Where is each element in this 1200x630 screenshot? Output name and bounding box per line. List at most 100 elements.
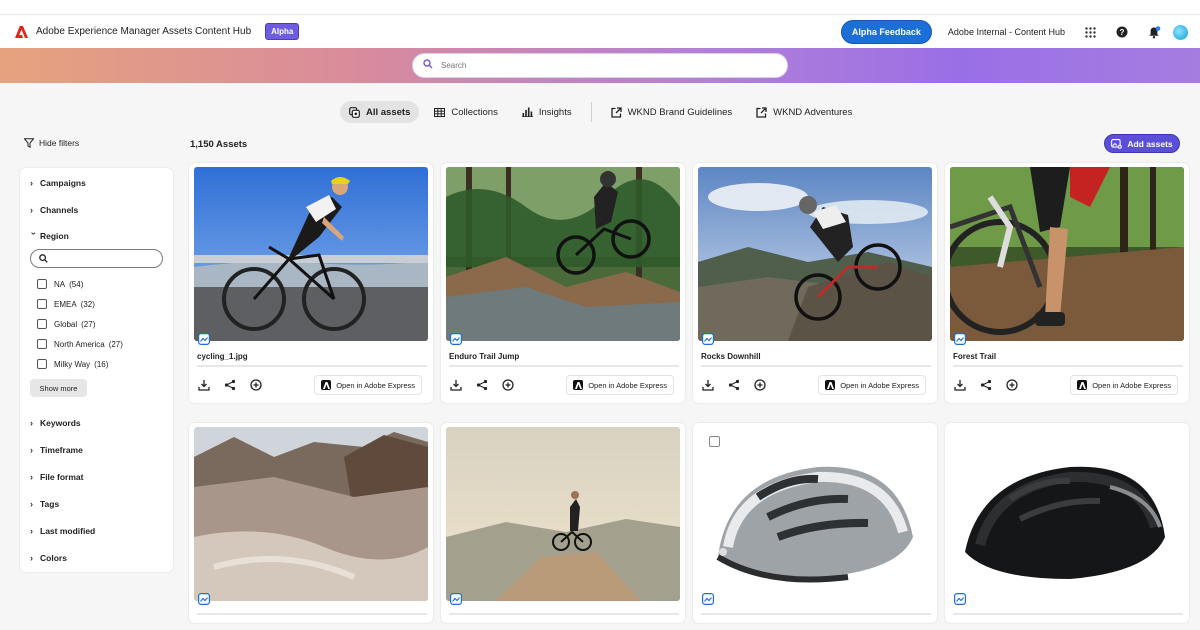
filter-group-label: Tags bbox=[40, 499, 60, 509]
region-search-input[interactable] bbox=[30, 249, 163, 268]
checkbox[interactable] bbox=[37, 299, 47, 309]
asset-card[interactable]: cycling_1.jpg Open in Adobe Express bbox=[189, 163, 433, 403]
checkbox[interactable] bbox=[37, 319, 47, 329]
filter-group-file-format[interactable]: › File format bbox=[30, 472, 83, 482]
add-circle-icon[interactable] bbox=[1005, 378, 1019, 392]
filter-group-label: Colors bbox=[40, 553, 67, 563]
option-count: (16) bbox=[94, 359, 109, 369]
asset-card[interactable] bbox=[441, 423, 685, 623]
assets-icon bbox=[349, 106, 360, 118]
divider bbox=[449, 365, 679, 367]
asset-card[interactable] bbox=[945, 423, 1189, 623]
checkbox[interactable] bbox=[37, 359, 47, 369]
app-title[interactable]: Adobe Experience Manager Assets Content … bbox=[36, 26, 251, 37]
add-circle-icon[interactable] bbox=[501, 378, 515, 392]
adobe-logo-icon[interactable] bbox=[14, 25, 28, 39]
filter-group-campaigns[interactable]: › Campaigns bbox=[30, 178, 86, 188]
show-more-button[interactable]: Show more bbox=[30, 379, 87, 397]
top-bar: Adobe Experience Manager Assets Content … bbox=[0, 14, 1200, 48]
nav-divider bbox=[590, 102, 592, 122]
region-option-na[interactable]: NA (54) bbox=[37, 279, 83, 289]
option-label: NA bbox=[54, 279, 66, 289]
asset-thumbnail[interactable] bbox=[698, 167, 932, 341]
asset-thumbnail[interactable] bbox=[698, 427, 932, 601]
asset-title[interactable]: Enduro Trail Jump bbox=[449, 352, 519, 361]
filter-group-last-modified[interactable]: › Last modified bbox=[30, 526, 95, 536]
asset-thumbnail[interactable] bbox=[446, 167, 680, 341]
help-icon[interactable]: ? bbox=[1115, 25, 1129, 39]
notifications-bell-icon[interactable] bbox=[1147, 25, 1161, 39]
chevron-right-icon: › bbox=[30, 553, 33, 563]
asset-card[interactable]: Forest Trail Open in Adobe Express bbox=[945, 163, 1189, 403]
image-type-icon bbox=[450, 593, 462, 605]
filter-group-timeframe[interactable]: › Timeframe bbox=[30, 445, 83, 455]
asset-thumbnail[interactable] bbox=[950, 167, 1184, 341]
svg-text:?: ? bbox=[1120, 28, 1125, 37]
region-option-milky-way[interactable]: Milky Way (16) bbox=[37, 359, 108, 369]
chevron-right-icon: › bbox=[30, 418, 33, 428]
tab-insights[interactable]: Insights bbox=[513, 101, 581, 123]
asset-title[interactable]: Rocks Downhill bbox=[701, 352, 761, 361]
asset-thumbnail[interactable] bbox=[194, 427, 428, 601]
filter-group-colors[interactable]: › Colors bbox=[30, 553, 67, 563]
filter-group-region[interactable]: › Region bbox=[29, 231, 69, 241]
divider bbox=[953, 365, 1183, 367]
tab-wknd-brand-guidelines[interactable]: WKND Brand Guidelines bbox=[602, 101, 742, 123]
asset-card[interactable] bbox=[693, 423, 937, 623]
download-icon[interactable] bbox=[701, 378, 715, 392]
region-option-global[interactable]: Global (27) bbox=[37, 319, 95, 329]
tab-wknd-adventures[interactable]: WKND Adventures bbox=[747, 101, 861, 123]
download-icon[interactable] bbox=[449, 378, 463, 392]
open-label: Open in Adobe Express bbox=[336, 380, 415, 390]
download-icon[interactable] bbox=[197, 378, 211, 392]
open-in-adobe-express-button[interactable]: Open in Adobe Express bbox=[1070, 375, 1178, 395]
apps-grid-icon[interactable] bbox=[1083, 25, 1097, 39]
filter-group-tags[interactable]: › Tags bbox=[30, 499, 59, 509]
region-option-emea[interactable]: EMEA (32) bbox=[37, 299, 95, 309]
global-search[interactable] bbox=[412, 53, 788, 78]
filter-group-channels[interactable]: › Channels bbox=[30, 205, 78, 215]
image-type-icon bbox=[198, 593, 210, 605]
filter-group-keywords[interactable]: › Keywords bbox=[30, 418, 81, 428]
alpha-badge: Alpha bbox=[265, 23, 300, 40]
checkbox[interactable] bbox=[37, 339, 47, 349]
chevron-right-icon: › bbox=[30, 472, 33, 482]
share-icon[interactable] bbox=[979, 378, 993, 392]
image-type-icon bbox=[198, 333, 210, 345]
select-checkbox[interactable] bbox=[709, 436, 720, 447]
search-input[interactable] bbox=[441, 61, 741, 70]
add-assets-button[interactable]: Add assets bbox=[1104, 134, 1180, 153]
card-actions: Open in Adobe Express bbox=[197, 375, 427, 395]
asset-card[interactable] bbox=[189, 423, 433, 623]
share-icon[interactable] bbox=[223, 378, 237, 392]
asset-card[interactable]: Enduro Trail Jump Open in Adobe Express bbox=[441, 163, 685, 403]
checkbox[interactable] bbox=[37, 279, 47, 289]
alpha-feedback-button[interactable]: Alpha Feedback bbox=[840, 20, 932, 44]
filter-group-label: Timeframe bbox=[40, 445, 83, 455]
share-icon[interactable] bbox=[727, 378, 741, 392]
open-in-adobe-express-button[interactable]: Open in Adobe Express bbox=[566, 375, 674, 395]
asset-thumbnail[interactable] bbox=[446, 427, 680, 601]
add-assets-label: Add assets bbox=[1127, 138, 1173, 149]
asset-thumbnail[interactable] bbox=[950, 427, 1184, 601]
org-switcher[interactable]: Adobe Internal - Content Hub bbox=[948, 27, 1065, 37]
add-circle-icon[interactable] bbox=[753, 378, 767, 392]
region-option-north-america[interactable]: North America (27) bbox=[37, 339, 123, 349]
add-circle-icon[interactable] bbox=[249, 378, 263, 392]
tab-collections[interactable]: Collections bbox=[425, 101, 506, 123]
asset-title[interactable]: Forest Trail bbox=[953, 352, 996, 361]
hide-filters-button[interactable]: Hide filters bbox=[24, 138, 79, 148]
asset-thumbnail[interactable] bbox=[194, 167, 428, 341]
asset-card[interactable]: Rocks Downhill Open in Adobe Express bbox=[693, 163, 937, 403]
filter-group-label: Channels bbox=[40, 205, 79, 215]
download-icon[interactable] bbox=[953, 378, 967, 392]
open-in-adobe-express-button[interactable]: Open in Adobe Express bbox=[818, 375, 926, 395]
option-count: (27) bbox=[108, 339, 123, 349]
asset-title[interactable]: cycling_1.jpg bbox=[197, 352, 248, 361]
tab-all-assets[interactable]: All assets bbox=[340, 101, 420, 123]
share-icon[interactable] bbox=[475, 378, 489, 392]
image-type-icon bbox=[954, 333, 966, 345]
avatar[interactable] bbox=[1173, 24, 1188, 40]
divider bbox=[701, 613, 931, 615]
open-in-adobe-express-button[interactable]: Open in Adobe Express bbox=[314, 375, 422, 395]
